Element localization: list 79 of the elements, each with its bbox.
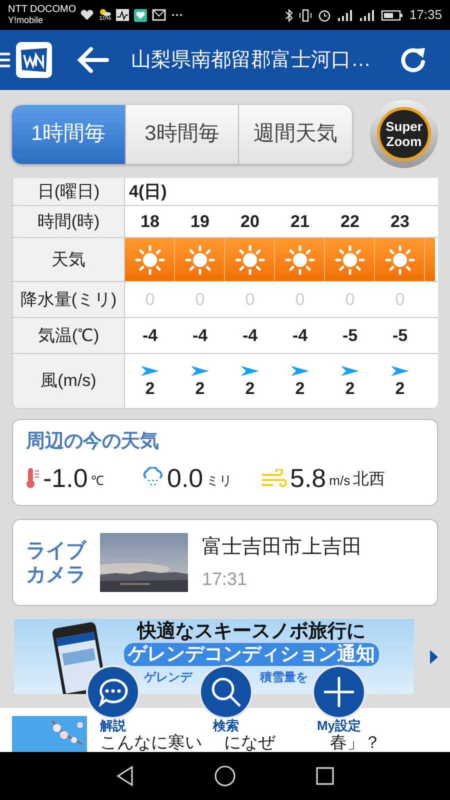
live-camera-label: カメラ bbox=[26, 562, 87, 586]
bluetooth-icon bbox=[285, 8, 294, 22]
table-cell-text: -4 bbox=[241, 324, 259, 347]
reading-unit: m/s bbox=[329, 472, 350, 490]
next-arrow-icon[interactable] bbox=[430, 650, 438, 664]
row-label: 気温(℃) bbox=[13, 318, 125, 353]
super-zoom-label: Super bbox=[386, 119, 422, 134]
weather-cell bbox=[425, 238, 435, 281]
battery-icon bbox=[381, 10, 404, 20]
article-title: こんなに寒い bbox=[100, 734, 202, 752]
table-cell-text: -5 bbox=[341, 324, 359, 347]
reading-unit: ℃ bbox=[90, 472, 104, 490]
banner-subheadline: ゲレンデコンディション通知 bbox=[124, 643, 379, 666]
alarm-icon bbox=[318, 8, 332, 22]
signal-icon bbox=[359, 8, 376, 22]
reading-value: -1.0 bbox=[43, 462, 88, 492]
table-cell-text: -4 bbox=[291, 324, 309, 347]
wind-speed: 2 bbox=[195, 380, 205, 398]
tab[interactable]: 1時間毎 bbox=[12, 104, 125, 164]
table-cell-text: -5 bbox=[391, 324, 409, 347]
row-label: 天気 bbox=[13, 238, 125, 281]
moon-cloud-icon bbox=[99, 8, 112, 16]
menu-icon[interactable] bbox=[0, 52, 10, 68]
clock-time: 17:35 bbox=[409, 6, 442, 24]
article-title: 春」？ bbox=[330, 734, 381, 752]
wind-speed: 2 bbox=[245, 380, 255, 398]
back-icon[interactable] bbox=[116, 766, 134, 786]
card-title: 周辺の今の天気 bbox=[26, 430, 160, 454]
fab-label: 検索 bbox=[213, 719, 239, 733]
reading-unit: ミリ bbox=[206, 472, 232, 490]
table-cell-text: 23 bbox=[390, 210, 410, 233]
wind-speed: 2 bbox=[145, 380, 155, 398]
back-arrow-icon[interactable] bbox=[77, 47, 109, 73]
banner-caption: ゲレンデ bbox=[144, 669, 192, 685]
tab[interactable]: 週間天気 bbox=[238, 104, 352, 164]
heart-rate-icon bbox=[80, 10, 94, 20]
home-icon[interactable] bbox=[214, 765, 236, 787]
table-cell-text: 22 bbox=[340, 210, 360, 233]
reading-value: 0.0 bbox=[167, 462, 204, 492]
refresh-icon[interactable] bbox=[398, 45, 428, 75]
row-label: 降水量(ミリ) bbox=[13, 282, 125, 317]
camera-location: 富士吉田市上吉田 bbox=[202, 535, 362, 560]
location-title: 山梨県南都留郡富士河口… bbox=[131, 48, 371, 73]
chart-icon bbox=[116, 9, 130, 21]
table-cell-text: 19 bbox=[190, 210, 210, 233]
vibrate-icon bbox=[299, 8, 312, 22]
reading-value: 5.8 bbox=[290, 462, 326, 492]
recents-icon[interactable] bbox=[316, 767, 334, 785]
carrier-name: NTT DOCOMO bbox=[8, 4, 76, 15]
super-zoom-button[interactable]: Super Zoom bbox=[370, 100, 438, 168]
signal-icon bbox=[337, 8, 354, 22]
wind-direction: 北西 bbox=[353, 470, 386, 490]
tab[interactable]: 3時間毎 bbox=[124, 104, 238, 164]
row-label: 風(m/s) bbox=[13, 354, 125, 408]
banner-caption: 積雪量を bbox=[260, 669, 308, 685]
camera-time: 17:31 bbox=[202, 568, 248, 591]
super-zoom-label: Zoom bbox=[386, 134, 422, 149]
date-cell-text: 4(日) bbox=[128, 180, 167, 203]
table-cell-text: -4 bbox=[141, 324, 159, 347]
live-camera-card[interactable]: ライブ カメラ 富士吉田市上吉田 17:31 bbox=[12, 519, 438, 606]
wind-speed: 2 bbox=[345, 380, 355, 398]
table-cell-text: -4 bbox=[191, 324, 209, 347]
table-cell-text: 18 bbox=[140, 210, 160, 233]
row-label: 時間(時) bbox=[13, 206, 125, 237]
fab-label: 解説 bbox=[100, 719, 126, 733]
wind-speed: 2 bbox=[395, 380, 405, 398]
more-icon bbox=[171, 13, 184, 17]
table-cell-text: 21 bbox=[290, 210, 310, 233]
carrier-name: Y!mobile bbox=[8, 15, 44, 26]
row-label: 日(曜日) bbox=[13, 178, 125, 205]
mail-icon bbox=[152, 9, 166, 21]
table-cell-text: 20 bbox=[240, 210, 260, 233]
article-title: になぜ bbox=[224, 734, 275, 752]
wind-speed: 2 bbox=[295, 380, 305, 398]
heart-app-icon bbox=[134, 8, 148, 22]
banner-headline: 快適なスキースノボ旅行に bbox=[138, 620, 366, 643]
live-camera-label: ライブ bbox=[26, 538, 88, 562]
app-logo[interactable] bbox=[16, 42, 52, 78]
fab-label: My設定 bbox=[316, 719, 362, 733]
